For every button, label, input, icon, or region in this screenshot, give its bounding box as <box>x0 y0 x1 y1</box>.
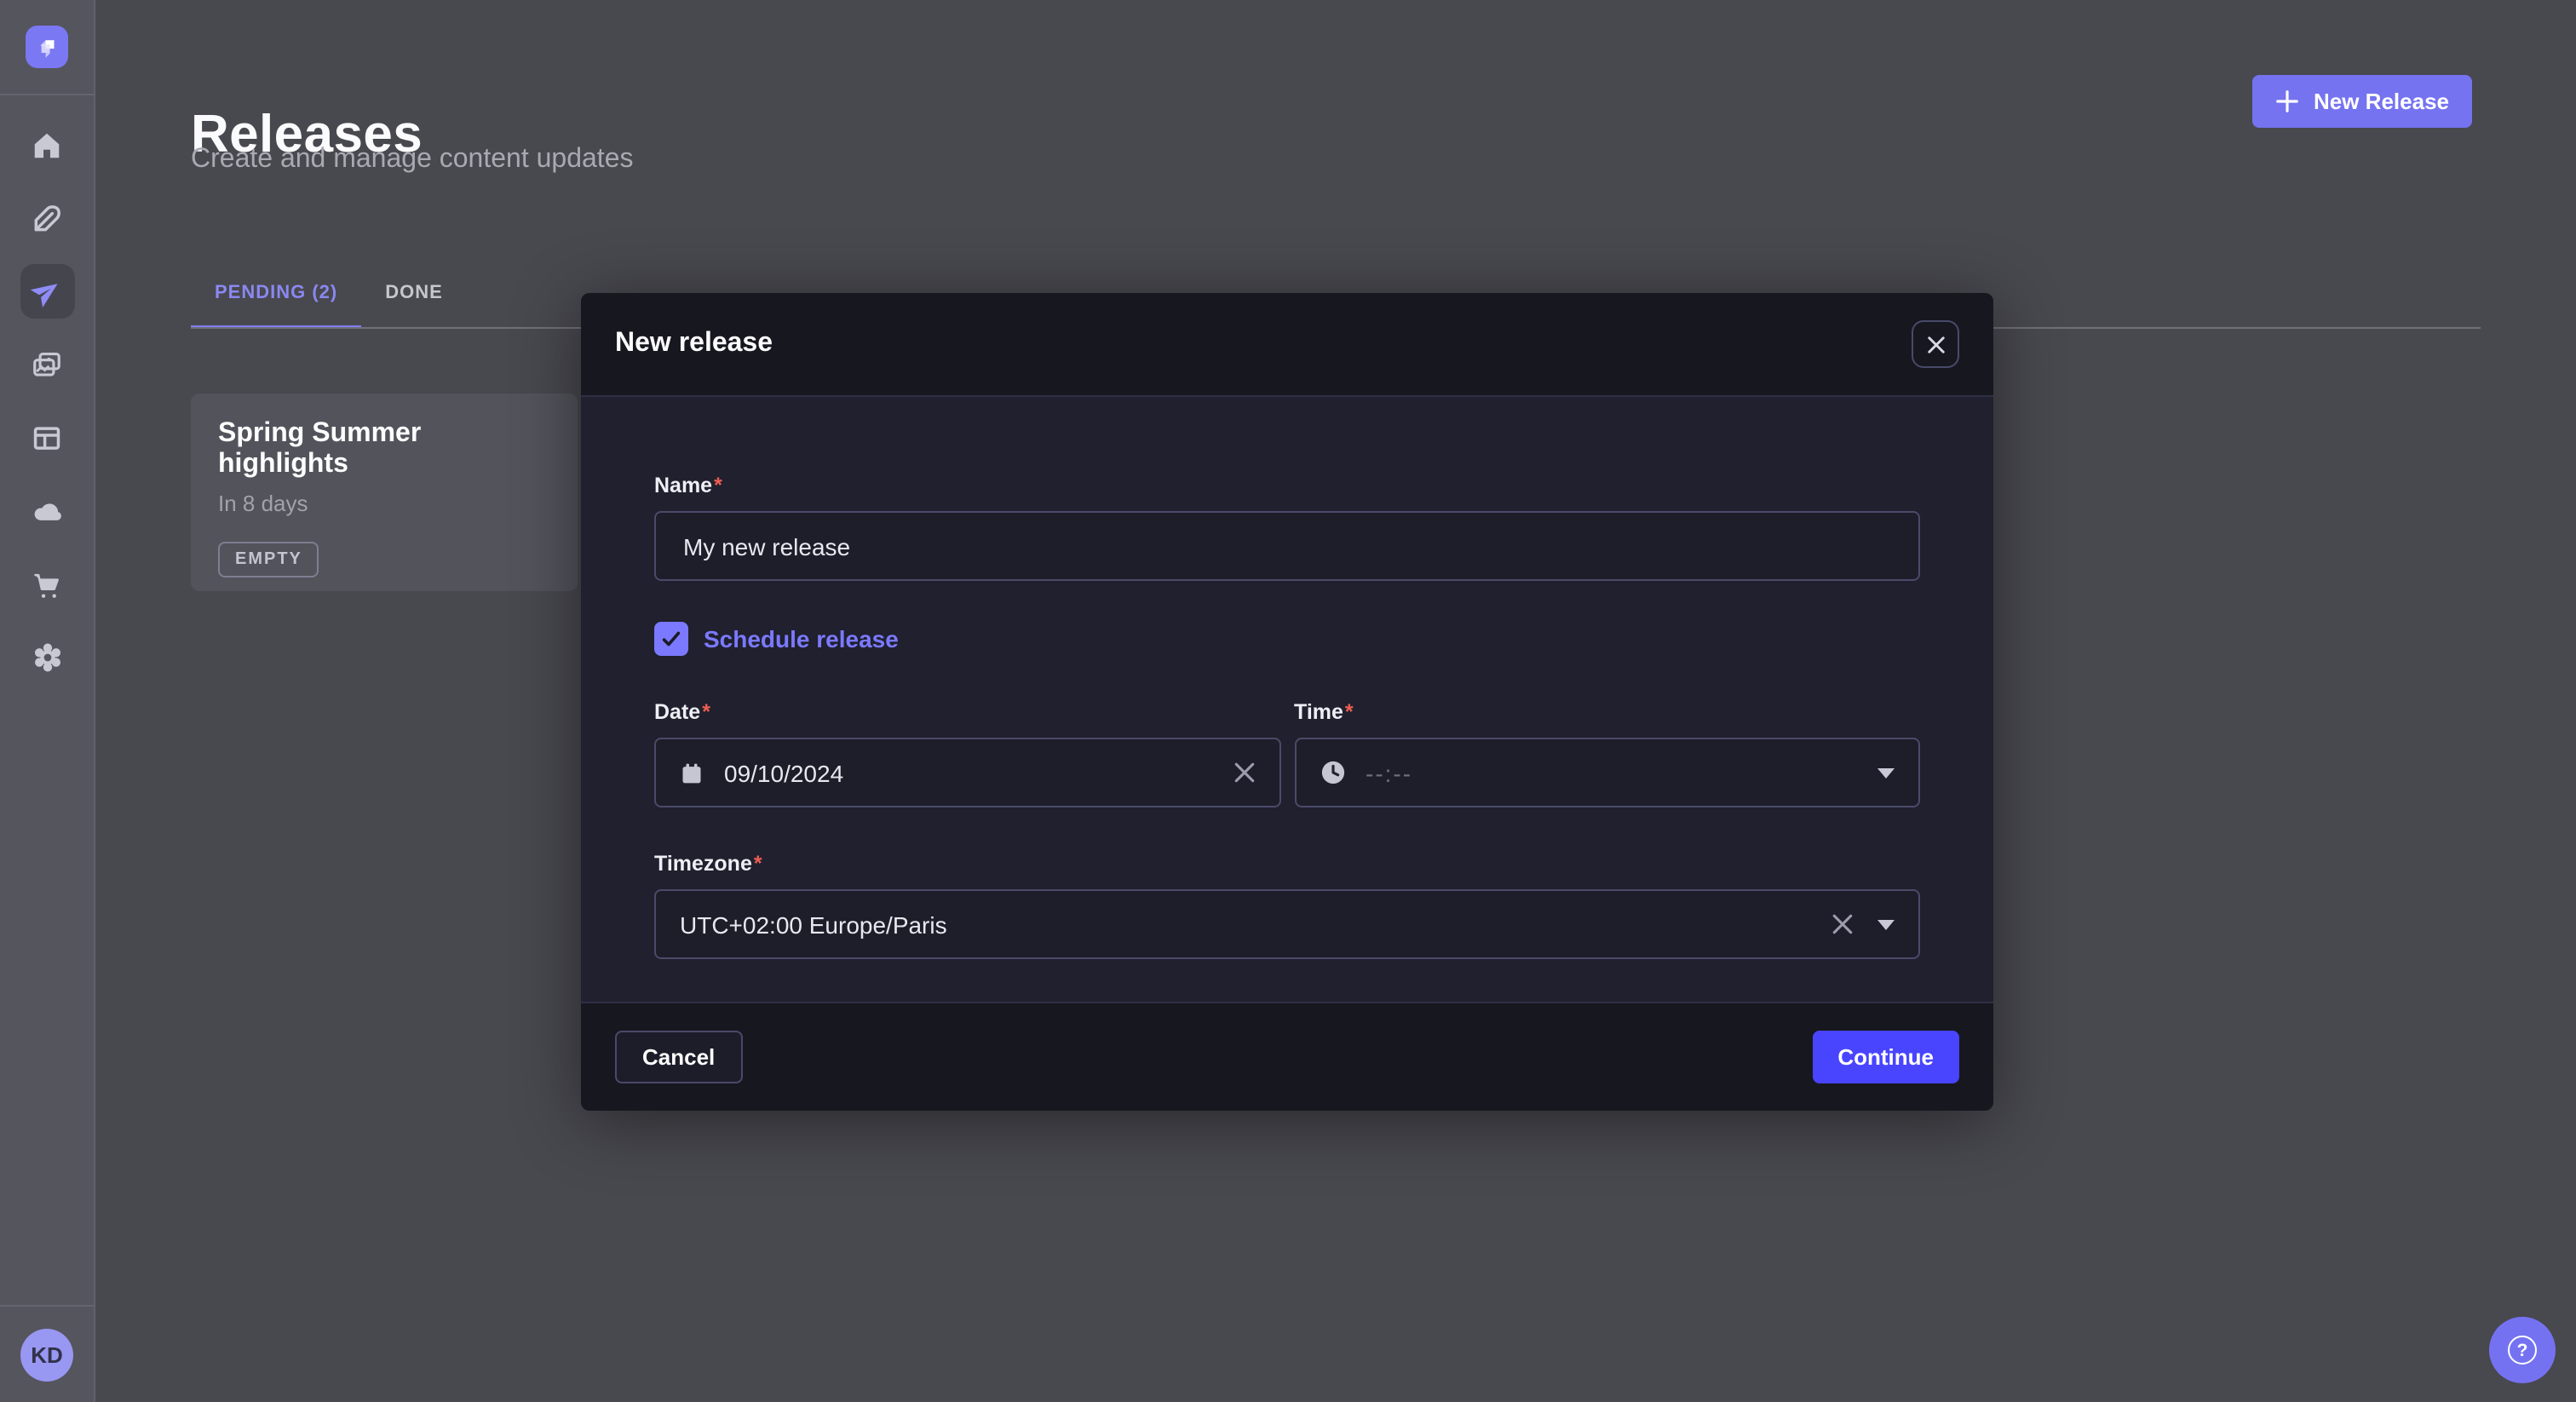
sidebar-item-marketplace[interactable] <box>20 557 74 612</box>
schedule-release-label[interactable]: Schedule release <box>704 625 899 652</box>
release-card-title: Spring Summer highlights <box>218 419 550 480</box>
modal-title: New release <box>615 329 773 359</box>
timezone-select[interactable]: UTC+02:00 Europe/Paris <box>654 889 1920 959</box>
timezone-label: Timezone* <box>654 852 762 876</box>
date-picker[interactable]: 09/10/2024 <box>654 738 1280 807</box>
continue-button[interactable]: Continue <box>1812 1031 1959 1083</box>
time-picker[interactable]: --:-- <box>1294 738 1920 807</box>
user-avatar[interactable]: KD <box>20 1328 73 1381</box>
strapi-logo-icon <box>32 32 61 61</box>
schedule-release-row: Schedule release <box>654 622 1920 656</box>
clear-icon <box>1831 913 1854 935</box>
date-clear-button[interactable] <box>1233 761 1255 784</box>
strapi-logo[interactable] <box>26 26 68 68</box>
sidebar: KD <box>0 0 95 1402</box>
paper-plane-icon <box>31 275 63 307</box>
help-button[interactable]: ? <box>2489 1317 2556 1383</box>
time-field-group: Time* --:-- <box>1294 697 1920 807</box>
calendar-icon <box>680 761 704 784</box>
modal-header: New release <box>581 293 1993 397</box>
schedule-release-checkbox[interactable] <box>654 622 688 656</box>
name-label: Name* <box>654 474 722 497</box>
release-card[interactable]: Spring Summer highlights In 8 days EMPTY <box>191 394 578 591</box>
sidebar-footer: KD <box>0 1305 94 1402</box>
sidebar-item-settings[interactable] <box>20 630 74 685</box>
release-card-meta: In 8 days <box>218 491 550 516</box>
timezone-field-group: Timezone* UTC+02:00 Europe/Paris <box>654 848 1920 959</box>
release-tabs: PENDING (2) DONE <box>191 259 467 329</box>
images-icon <box>31 348 63 381</box>
time-placeholder: --:-- <box>1366 759 1854 786</box>
required-mark: * <box>1345 700 1354 724</box>
home-icon <box>31 129 63 161</box>
layout-icon <box>31 422 63 454</box>
modal-body: Name* Schedule release Date* <box>581 397 1993 1002</box>
sidebar-logo-section <box>0 0 94 95</box>
clear-icon <box>1233 761 1255 784</box>
cloud-icon <box>30 494 64 528</box>
required-mark: * <box>702 700 710 724</box>
time-label: Time* <box>1294 700 1354 724</box>
required-mark: * <box>714 474 722 497</box>
new-release-button[interactable]: New Release <box>2252 75 2471 128</box>
new-release-button-label: New Release <box>2314 89 2449 114</box>
sidebar-item-deploy[interactable] <box>20 484 74 538</box>
check-icon <box>661 629 681 649</box>
date-field-group: Date* 09/10/2024 <box>654 697 1280 807</box>
cancel-button[interactable]: Cancel <box>615 1031 742 1083</box>
plus-icon <box>2274 89 2300 114</box>
tab-done[interactable]: DONE <box>361 259 467 329</box>
cart-icon <box>31 568 63 600</box>
sidebar-nav <box>0 95 94 685</box>
required-mark: * <box>754 852 762 876</box>
gear-icon <box>30 641 64 675</box>
date-time-row: Date* 09/10/2024 Time* <box>654 697 1920 807</box>
chevron-down-icon <box>1877 919 1895 929</box>
timezone-value: UTC+02:00 Europe/Paris <box>680 911 1831 938</box>
tab-pending[interactable]: PENDING (2) <box>191 259 361 329</box>
sidebar-item-media-library[interactable] <box>20 337 74 392</box>
timezone-clear-button[interactable] <box>1831 913 1854 935</box>
close-icon <box>1926 335 1945 353</box>
chevron-down-icon <box>1877 767 1895 778</box>
name-input[interactable] <box>654 511 1920 581</box>
clock-icon <box>1320 760 1345 785</box>
name-field-group: Name* <box>654 470 1920 581</box>
sidebar-item-content-manager[interactable] <box>20 411 74 465</box>
feather-icon <box>31 202 63 234</box>
sidebar-item-home[interactable] <box>20 118 74 172</box>
sidebar-item-content-type-builder[interactable] <box>20 191 74 245</box>
date-value: 09/10/2024 <box>724 759 1233 786</box>
question-mark-icon: ? <box>2508 1336 2537 1365</box>
date-label: Date* <box>654 700 710 724</box>
release-card-status-badge: EMPTY <box>218 542 319 577</box>
page-subtitle: Create and manage content updates <box>191 145 634 175</box>
new-release-modal: New release Name* Schedule release <box>581 293 1993 1111</box>
app-window: KD Releases Create and manage content up… <box>0 0 2576 1402</box>
modal-footer: Cancel Continue <box>581 1002 1993 1111</box>
modal-close-button[interactable] <box>1912 320 1959 368</box>
sidebar-item-releases[interactable] <box>20 264 74 319</box>
